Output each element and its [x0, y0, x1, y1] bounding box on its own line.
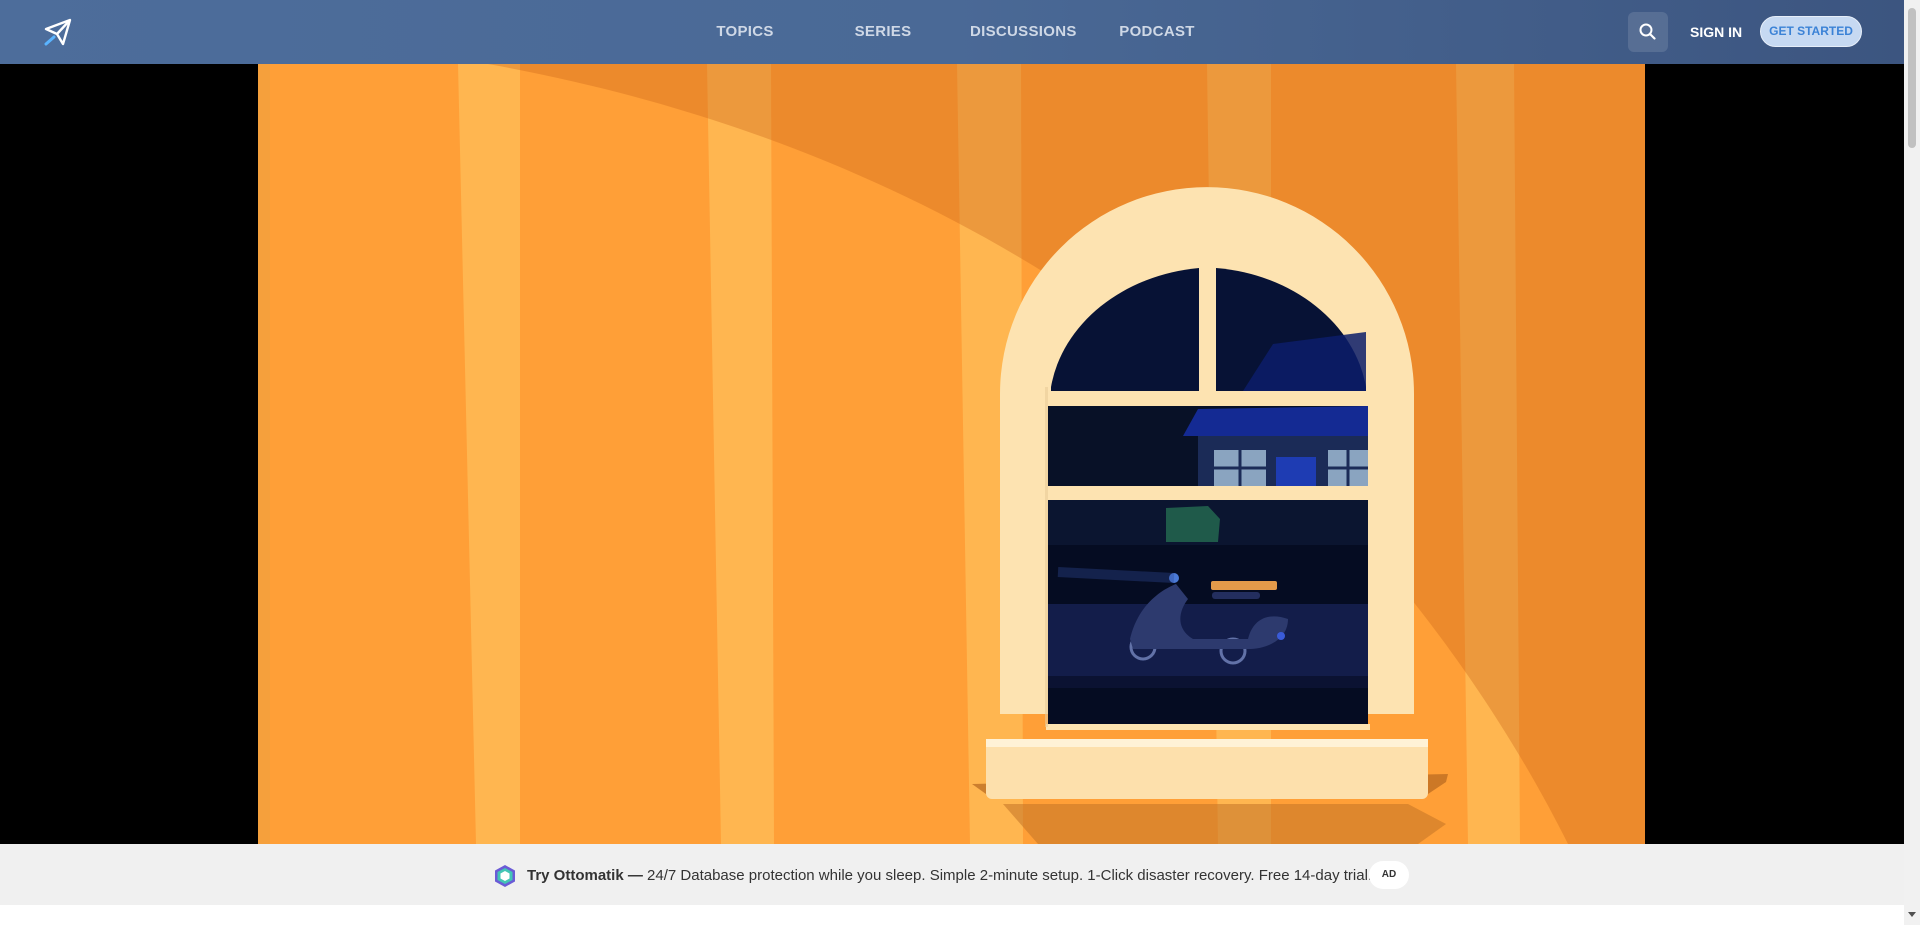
page-scrollbar[interactable] [1904, 0, 1920, 925]
nav-discussions[interactable]: DISCUSSIONS [970, 23, 1076, 41]
main-nav: TOPICS SERIES DISCUSSIONS PODCAST [0, 0, 1904, 64]
video-illustration [258, 64, 1645, 844]
ad-description: 24/7 Database protection while you sleep… [642, 867, 1373, 884]
nav-podcast[interactable]: PODCAST [1117, 23, 1197, 41]
ad-badge: AD [1369, 861, 1409, 889]
scrollbar-thumb[interactable] [1908, 8, 1916, 148]
hexagon-logo-icon [493, 864, 517, 888]
search-button[interactable] [1628, 12, 1668, 52]
site-header: TOPICS SERIES DISCUSSIONS PODCAST SIGN I… [0, 0, 1904, 64]
sign-in-link[interactable]: SIGN IN [1690, 23, 1742, 41]
page-content-start [0, 905, 1904, 925]
search-icon [1639, 23, 1656, 40]
scroll-down-arrow-icon[interactable] [1908, 912, 1916, 917]
get-started-button[interactable]: GET STARTED [1760, 16, 1862, 47]
ad-banner[interactable]: Try Ottomatik — 24/7 Database protection… [0, 844, 1904, 905]
ad-brand: Try Ottomatik — [527, 867, 643, 884]
ad-text[interactable]: Try Ottomatik — 24/7 Database protection… [527, 866, 1372, 886]
nav-series[interactable]: SERIES [843, 23, 923, 41]
video-frame[interactable] [258, 64, 1645, 844]
nav-topics[interactable]: TOPICS [705, 23, 785, 41]
video-player[interactable] [0, 64, 1904, 844]
